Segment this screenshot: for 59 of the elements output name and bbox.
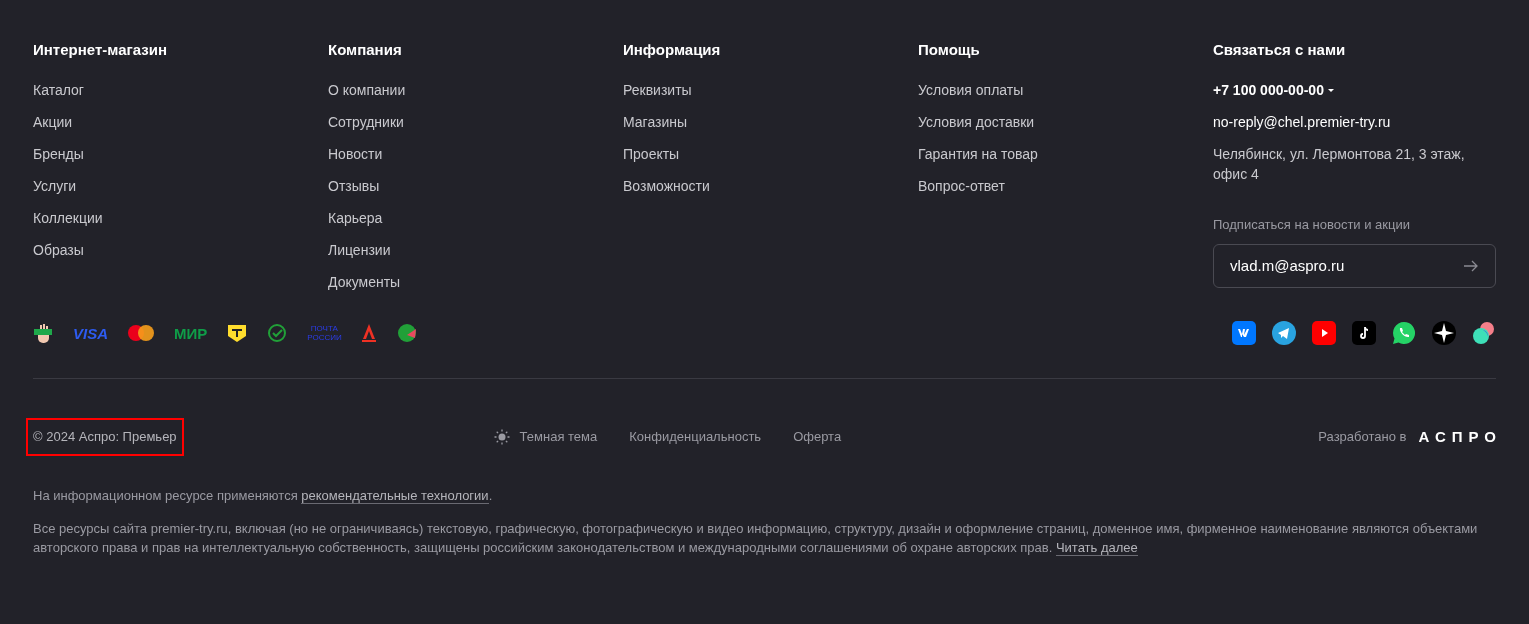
footer-link[interactable]: Возможности xyxy=(623,176,710,196)
column-title: Компания xyxy=(328,40,403,60)
footer-link[interactable]: Акции xyxy=(33,112,73,132)
column-title: Интернет-магазин xyxy=(33,40,168,60)
column-title: Информация xyxy=(623,40,722,60)
subscribe-label: Подписаться на новости и акции xyxy=(1213,216,1411,234)
sun-icon xyxy=(493,429,510,445)
caret-icon xyxy=(1327,88,1334,92)
phone-link[interactable]: +7 100 000-00-00 xyxy=(1213,80,1334,100)
play-icon[interactable] xyxy=(1312,321,1336,345)
developer-logo[interactable]: АСПРО xyxy=(1418,425,1502,449)
footer-link[interactable]: Новости xyxy=(328,144,383,164)
hand-icon xyxy=(33,323,53,343)
read-more-link[interactable]: Читать далее xyxy=(1055,540,1138,556)
notice-text: На информационном ресурсе применяются рекомендательные технологии. xyxy=(33,487,494,505)
footer-link[interactable]: Условия доставки xyxy=(918,112,1035,132)
footer-link[interactable]: Вопрос-ответ xyxy=(918,176,1005,196)
footer-link[interactable]: Образы xyxy=(33,240,84,260)
post-logo: ПОЧТА РОССИИ xyxy=(307,324,342,342)
footer-link[interactable]: Конфиденциальность xyxy=(629,427,762,447)
music-note-icon[interactable] xyxy=(1352,321,1376,345)
footer-link[interactable]: Оферта xyxy=(793,427,842,447)
email-link[interactable]: no-reply@chel.premier-try.ru xyxy=(1213,112,1391,132)
rights-text: Все ресурсы сайта premier-try.ru, включая (но не ограничиваясь) текстовую, графическую, фотографическую и видео информацию, структуру, дизайн и оформление страниц, доменное имя, фирменное наименование являются объектами авторского права и прав на интеллектуальную собственность, защищены российским законодательством и международными соглашениями об охране авторских прав. Читать далее xyxy=(33,520,1479,557)
theme-toggle[interactable]: Темная тема xyxy=(493,427,598,447)
footer-link[interactable]: Условия оплаты xyxy=(918,80,1024,100)
mir-logo: МИР xyxy=(174,325,208,341)
footer-link[interactable]: Каталог xyxy=(33,80,84,100)
footer-link[interactable]: Коллекции xyxy=(33,208,103,228)
paper-plane-icon[interactable] xyxy=(1272,321,1296,345)
address-text: Челябинск, ул. Лермонтова 21, 3 этаж, офис 4 xyxy=(1213,145,1466,184)
footer-link[interactable]: Гарантия на товар xyxy=(918,144,1038,164)
check-circle-icon xyxy=(267,323,288,343)
shield-icon xyxy=(227,323,248,343)
subscribe-field[interactable]: vlad.m@aspro.ru xyxy=(1213,244,1496,288)
footer-link[interactable]: О компании xyxy=(328,80,406,100)
arrow-right-icon[interactable] xyxy=(1463,260,1479,272)
footer-link[interactable]: Лицензии xyxy=(328,240,391,260)
footer-link[interactable]: Услуги xyxy=(33,176,77,196)
footer-link[interactable]: Реквизиты xyxy=(623,80,692,100)
footer-link[interactable]: Бренды xyxy=(33,144,84,164)
melon-icon xyxy=(397,323,418,343)
column-title: Связаться с нами xyxy=(1213,40,1347,60)
sparkle-icon[interactable] xyxy=(1432,321,1456,345)
footer-link[interactable]: Отзывы xyxy=(328,176,380,196)
footer-link[interactable]: Сотрудники xyxy=(328,112,404,132)
field-value: vlad.m@aspro.ru xyxy=(1230,255,1345,276)
footer-link[interactable]: Карьера xyxy=(328,208,383,228)
column-title: Помощь xyxy=(918,40,981,60)
footer-link[interactable]: Документы xyxy=(328,272,401,292)
copyright-text: © 2024 Аспро: Премьер xyxy=(26,418,184,456)
letter-a-icon xyxy=(361,323,378,343)
phone-bubble-icon[interactable] xyxy=(1392,321,1416,345)
visa-logo: VISA xyxy=(73,325,108,341)
footer-link[interactable]: Проекты xyxy=(623,144,680,164)
developed-text: Разработано в xyxy=(1318,428,1407,447)
circles-icon[interactable] xyxy=(1472,321,1496,345)
recommendation-link[interactable]: рекомендательные технологии xyxy=(301,488,489,504)
footer-link[interactable]: Магазины xyxy=(623,112,688,132)
